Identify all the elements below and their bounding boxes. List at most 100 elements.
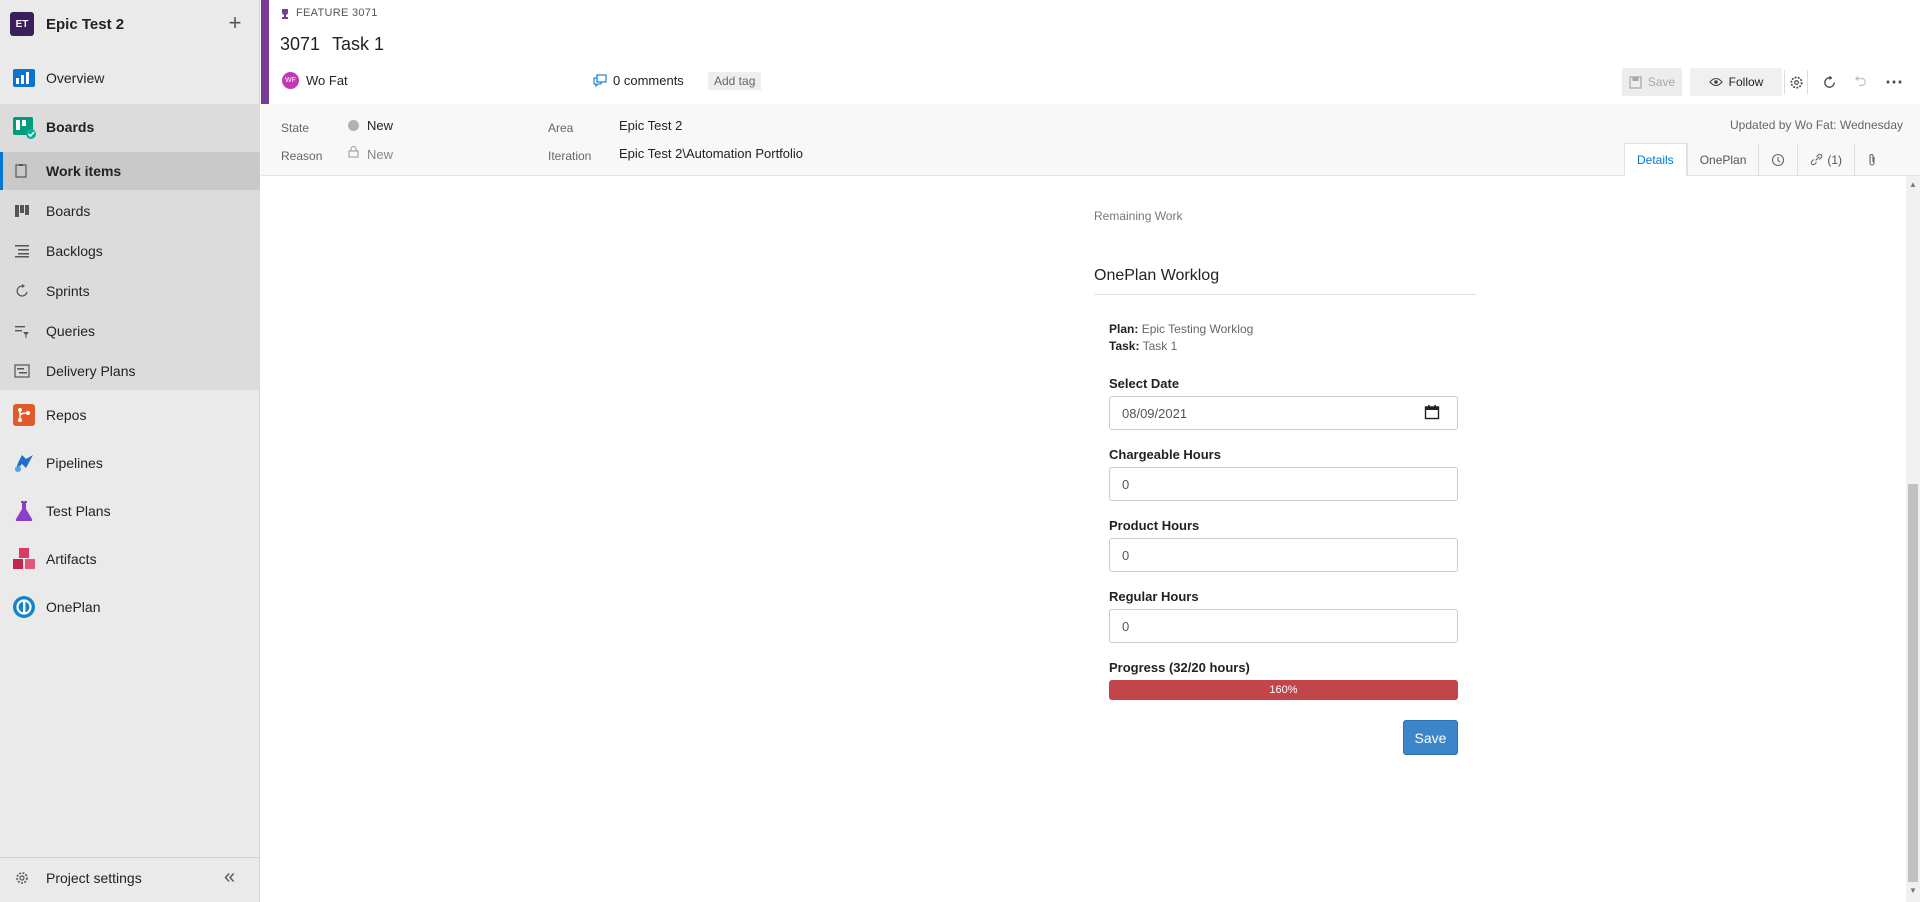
refresh-icon[interactable] [1817,70,1841,94]
comments-link[interactable]: 0 comments [593,73,684,88]
nav-oneplan-label: OnePlan [46,599,101,615]
tab-history[interactable] [1758,143,1797,176]
save-work-item-button[interactable]: Save [1622,68,1682,96]
backlog-icon [15,245,29,258]
left-navigation: ET Epic Test 2 + Overview Boards Work it… [0,0,260,902]
product-hours-input[interactable] [1109,538,1458,572]
artifacts-icon [13,548,35,569]
updated-by-text: Updated by Wo Fat: Wednesday [1730,118,1903,132]
nav-overview[interactable]: Overview [0,56,260,100]
progress-label: Progress (32/20 hours) [1109,660,1250,675]
gear-icon [1790,76,1802,88]
avatar: WF [282,72,299,89]
nav-oneplan[interactable]: OnePlan [0,585,260,629]
plan-info: Plan: Epic Testing Worklog [1109,322,1253,336]
save-icon [1629,75,1642,89]
sidebar-item-label: Delivery Plans [46,363,136,379]
work-item-tabs: Details OnePlan (1) [1624,143,1889,176]
more-actions-icon[interactable]: ⋯ [1882,70,1906,94]
sidebar-item-label: Backlogs [46,243,103,259]
chargeable-hours-input[interactable] [1109,467,1458,501]
assignee-name: Wo Fat [306,73,348,88]
project-avatar[interactable]: ET [10,12,34,36]
sidebar-item-sprints[interactable]: Sprints [0,272,260,310]
date-input[interactable] [1109,396,1458,430]
add-tag-button[interactable]: Add tag [708,72,762,90]
state-dropdown[interactable]: New [367,118,393,133]
nav-artifacts[interactable]: Artifacts [0,537,260,581]
lock-icon [348,146,359,158]
work-item-type-label: FEATURE 3071 [296,7,378,19]
undo-icon[interactable] [1848,70,1872,94]
work-item-title[interactable]: 3071 Task 1 [280,34,384,55]
link-icon [1811,153,1823,166]
delivery-plans-icon [14,364,30,378]
select-date-label: Select Date [1109,376,1180,391]
tab-details[interactable]: Details [1624,143,1687,176]
scroll-up-icon[interactable]: ▲ [1909,180,1917,189]
nav-boards[interactable]: Boards [0,105,260,149]
board-grid-icon [15,205,29,217]
sidebar-item-work-items[interactable]: Work items [0,152,260,190]
sidebar-item-label: Queries [46,323,96,339]
plan-value: Epic Testing Worklog [1141,322,1254,336]
follow-button[interactable]: Follow [1690,68,1782,96]
area-label: Area [548,121,574,135]
section-divider [1094,294,1476,295]
gear-icon [16,872,28,884]
save-button[interactable]: Save [1403,720,1458,755]
remaining-work-label: Remaining Work [1094,209,1183,223]
scrollbar-thumb[interactable] [1908,484,1918,882]
query-icon [15,326,29,338]
oneplan-icon [13,596,35,618]
nav-repos[interactable]: Repos [0,393,260,437]
add-icon[interactable]: + [224,10,246,36]
sidebar-item-backlogs[interactable]: Backlogs [0,232,260,270]
save-work-item-label: Save [1647,75,1676,89]
tab-oneplan[interactable]: OnePlan [1686,143,1759,176]
undo-glyph-icon [1854,75,1866,87]
iteration-label: Iteration [548,149,592,163]
scrollbar[interactable]: ▲ ▼ [1906,176,1920,902]
area-field[interactable]: Epic Test 2 [619,118,682,133]
project-name[interactable]: Epic Test 2 [46,16,124,33]
work-item-type-color-bar [261,0,269,104]
settings-gear-icon[interactable] [1784,70,1808,94]
state-indicator-icon [348,120,359,131]
task-info: Task: Task 1 [1109,339,1177,353]
nav-pipelines[interactable]: Pipelines [0,441,260,485]
sidebar-item-label: Work items [46,163,122,179]
pipelines-icon [15,455,33,472]
collapse-sidebar-icon[interactable]: « [224,866,235,889]
overview-icon [13,69,35,87]
scroll-down-icon[interactable]: ▼ [1909,886,1917,895]
tab-links[interactable]: (1) [1797,143,1854,176]
refresh-glyph-icon [1823,74,1835,88]
trophy-icon [282,8,288,19]
nav-repos-label: Repos [46,407,87,423]
eye-icon [1708,77,1723,87]
iteration-field[interactable]: Epic Test 2\Automation Portfolio [619,146,803,161]
history-icon [1772,153,1785,166]
follow-label: Follow [1728,75,1764,89]
nav-test-plans[interactable]: Test Plans [0,489,260,533]
sprint-icon [16,284,28,297]
sidebar-item-boards[interactable]: Boards [0,192,260,230]
work-item-title-text[interactable]: Task 1 [332,34,384,54]
assigned-to[interactable]: WF Wo Fat [282,72,348,89]
nav-test-plans-label: Test Plans [46,503,111,519]
nav-overview-label: Overview [46,70,105,86]
sidebar-footer: Project settings « [0,857,260,897]
nav-pipelines-label: Pipelines [46,455,103,471]
chargeable-hours-label: Chargeable Hours [1109,447,1221,462]
project-settings-link[interactable]: Project settings [46,870,142,886]
links-count: (1) [1827,152,1843,167]
progress-bar: 160% [1109,680,1458,700]
test-plans-icon [15,501,33,521]
calendar-icon[interactable] [1424,404,1440,420]
sidebar-item-queries[interactable]: Queries [0,312,260,350]
plan-label: Plan: [1109,322,1139,336]
regular-hours-input[interactable] [1109,609,1458,643]
tab-attachments[interactable] [1854,143,1889,176]
sidebar-item-delivery-plans[interactable]: Delivery Plans [0,352,260,390]
